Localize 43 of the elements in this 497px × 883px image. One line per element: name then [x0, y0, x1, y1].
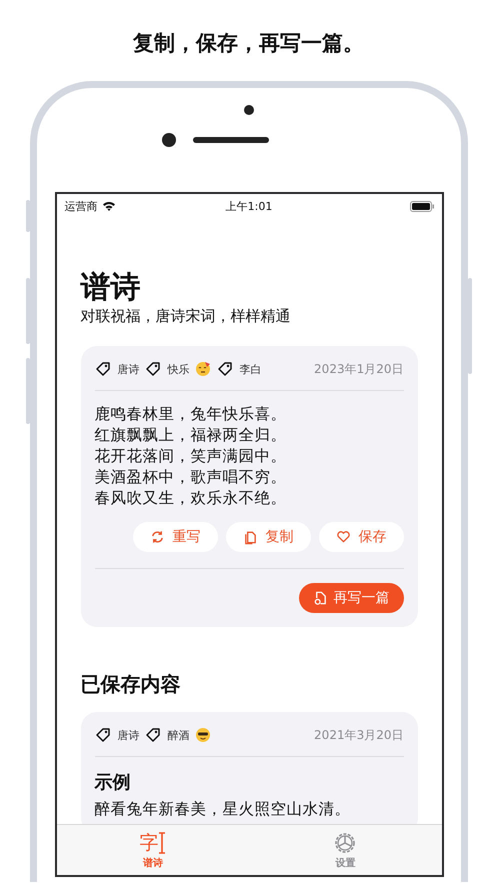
tag-icon — [94, 361, 110, 377]
tag-icon — [144, 361, 160, 377]
tag-icon — [216, 361, 232, 377]
date-label: 2023年1月20日 — [314, 360, 404, 378]
wifi-icon — [102, 201, 116, 211]
poem-line: 美酒盈杯中，歌声唱不穷。 — [94, 467, 288, 488]
copy-icon — [242, 529, 258, 545]
section-title: 已保存内容 — [80, 671, 182, 698]
emoji-icon — [194, 361, 210, 377]
tab-button[interactable]: 设置 — [249, 825, 442, 875]
battery-icon — [410, 200, 434, 212]
refresh-icon — [150, 529, 164, 545]
poem-line: 红旗飘飘上，福禄两全归。 — [94, 425, 288, 446]
gear-icon — [333, 831, 358, 855]
time-label: 上午1:01 — [224, 198, 274, 214]
page-title: 谱诗 — [80, 269, 142, 307]
date-label: 2021年3月20日 — [314, 726, 404, 744]
poem-line: 春风吹又生，欢乐永不绝。 — [94, 488, 288, 509]
emoji-icon — [194, 727, 210, 743]
page-subtitle: 对联祝福，唐诗宋词，样样精通 — [80, 306, 292, 326]
tag-label: 唐诗 — [118, 362, 140, 376]
tag-label: 醉酒 — [168, 728, 190, 742]
tag-label: 唐诗 — [118, 728, 140, 742]
tag-icon — [144, 727, 160, 743]
tag-label: 李白 — [240, 362, 262, 376]
heart-icon — [336, 529, 350, 545]
poem-line: 醉看兔年新春美，星火照空山水清。 — [94, 799, 352, 820]
carrier-label: 运营商 — [64, 198, 98, 214]
save-button[interactable]: 保存 — [318, 522, 404, 552]
camera-dot — [162, 133, 176, 147]
rewrite-button[interactable]: 重写 — [132, 522, 218, 552]
copy-button[interactable]: 复制 — [226, 522, 310, 552]
document-icon — [312, 590, 328, 606]
poem-title: 示例 — [94, 771, 132, 795]
poem-line: 花开花落间，笑声满园中。 — [94, 446, 288, 467]
tab-button[interactable]: 字 谱诗 — [56, 825, 249, 875]
text-cursor-icon — [158, 832, 166, 854]
headline: 复制，保存，再写一篇。 — [133, 30, 364, 57]
tag-label: 快乐 — [168, 362, 190, 376]
tag-icon — [94, 727, 110, 743]
sensor-dot — [244, 105, 254, 115]
write-again-button[interactable]: 再写一篇 — [298, 583, 404, 613]
poem-line: 鹿鸣春林里，兔年快乐喜。 — [94, 404, 288, 425]
